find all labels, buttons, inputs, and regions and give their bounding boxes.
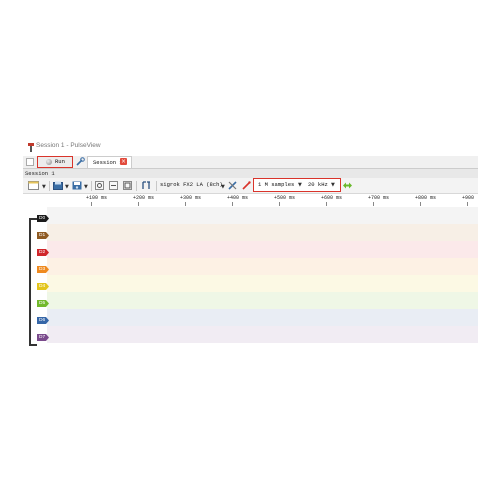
ruler-tick-label: +700 ms (368, 195, 390, 201)
toolbar-separator (49, 181, 50, 191)
main-toolbar: ▼ ▼ ▼ sigrok FX2 LA (8ch) ▼ 1 M samples … (23, 178, 478, 194)
chevron-down-icon[interactable]: ▼ (42, 184, 46, 190)
pulseview-window: Session 1 - PulseView Run Session 1 × Se… (23, 139, 478, 346)
chevron-down-icon[interactable]: ▼ (298, 182, 302, 188)
session-label: Session 1 (25, 170, 55, 177)
trace-area[interactable]: D0 D1 D2 D3 D4 D5 D6 D7 (23, 207, 478, 346)
ruler-tick (326, 202, 327, 206)
toolbar-separator (136, 181, 137, 191)
tab-session-1[interactable]: Session 1 × (87, 156, 132, 168)
channel-group-bracket (29, 218, 37, 346)
ruler-tick (279, 202, 280, 206)
wrench-tab-icon[interactable] (76, 157, 85, 166)
ruler-tick-label: +800 ms (415, 195, 437, 201)
trace-lane-d4[interactable] (47, 275, 478, 292)
trace-lane-d6[interactable] (47, 309, 478, 326)
title-bar: Session 1 - PulseView (23, 139, 478, 156)
ruler-tick (91, 202, 92, 206)
ruler-tick (232, 202, 233, 206)
ruler-tick-label: +200 ms (133, 195, 155, 201)
ruler-tick-label: +400 ms (227, 195, 249, 201)
trace-lane-d3[interactable] (47, 258, 478, 275)
run-icon (46, 159, 52, 165)
ruler-tick (373, 202, 374, 206)
chevron-down-icon[interactable]: ▼ (84, 184, 88, 190)
ruler-tick-label: +900 (462, 195, 475, 201)
config-icon[interactable] (342, 181, 353, 190)
zoom-fit-icon[interactable] (123, 181, 132, 190)
panel-checkbox[interactable] (26, 158, 34, 166)
wrench-icon[interactable] (228, 181, 238, 190)
time-ruler[interactable]: +100 ms +200 ms +300 ms +400 ms +500 ms … (23, 194, 478, 207)
close-icon[interactable]: × (120, 158, 127, 165)
trace-lane-d1[interactable] (47, 224, 478, 241)
cursor-icon[interactable] (141, 181, 152, 190)
app-icon (28, 143, 34, 152)
ruler-tick (185, 202, 186, 206)
probe-icon[interactable] (242, 181, 251, 190)
ruler-tick (138, 202, 139, 206)
session-tab-label: Session 1 (93, 159, 123, 166)
window-title: Session 1 - PulseView (36, 142, 101, 149)
trace-lane-d2[interactable] (47, 241, 478, 258)
run-button-label: Run (55, 158, 65, 165)
save-icon[interactable] (72, 181, 82, 190)
ruler-tick (420, 202, 421, 206)
chevron-down-icon[interactable]: ▼ (65, 184, 69, 190)
tab-row: Run Session 1 × (23, 156, 478, 168)
zoom-out-icon[interactable] (109, 181, 118, 190)
ruler-tick-label: +500 ms (274, 195, 296, 201)
trace-lane-d5[interactable] (47, 292, 478, 309)
chevron-down-icon[interactable]: ▼ (221, 184, 225, 190)
samplerate-select[interactable]: 20 kHz (308, 181, 328, 188)
ruler-tick (467, 202, 468, 206)
trace-lane-d7[interactable] (47, 326, 478, 343)
ruler-tick-label: +100 ms (86, 195, 108, 201)
open-icon[interactable] (53, 181, 63, 190)
zoom-in-icon[interactable] (95, 181, 104, 190)
new-file-icon[interactable] (28, 181, 39, 190)
device-selector[interactable]: sigrok FX2 LA (8ch) (160, 181, 223, 188)
run-button[interactable]: Run (37, 156, 73, 168)
sample-count-select[interactable]: 1 M samples (258, 181, 294, 188)
chevron-down-icon[interactable]: ▼ (331, 182, 335, 188)
trace-lane-d0[interactable] (47, 207, 478, 224)
ruler-tick-label: +300 ms (180, 195, 202, 201)
acquisition-config: 1 M samples ▼ 20 kHz ▼ (253, 178, 341, 192)
toolbar-separator (91, 181, 92, 191)
ruler-tick-label: +600 ms (321, 195, 343, 201)
toolbar-separator (156, 181, 157, 191)
